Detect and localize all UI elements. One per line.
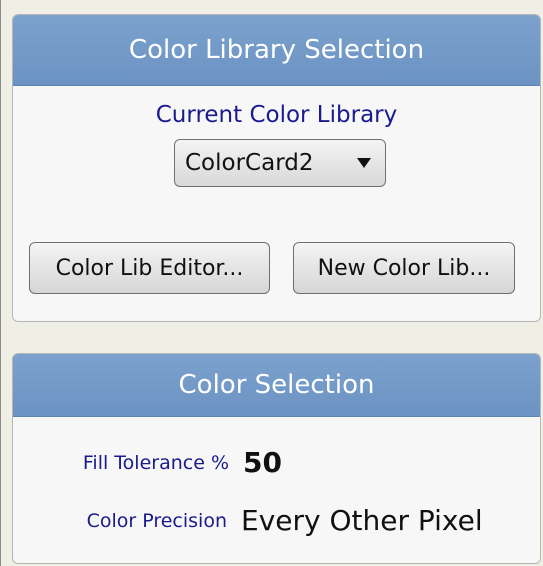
library-dropdown[interactable]: ColorCard2 — [174, 139, 386, 187]
color-precision-value[interactable]: Every Other Pixel — [241, 504, 483, 537]
color-library-panel: Color Library Selection Current Color Li… — [12, 14, 541, 322]
window-edge — [0, 0, 1, 566]
fill-tolerance-row: Fill Tolerance % 50 — [13, 446, 282, 479]
color-precision-row: Color Precision Every Other Pixel — [13, 504, 483, 537]
color-selection-panel: Color Selection Fill Tolerance % 50 Colo… — [12, 353, 541, 564]
color-lib-editor-button[interactable]: Color Lib Editor... — [29, 242, 270, 294]
dropdown-arrow-icon — [357, 158, 371, 168]
library-dropdown-value: ColorCard2 — [185, 150, 314, 176]
fill-tolerance-label: Fill Tolerance % — [82, 451, 229, 474]
current-library-label: Current Color Library — [155, 102, 398, 128]
panel-title: Color Selection — [13, 354, 540, 417]
new-color-lib-button[interactable]: New Color Lib... — [293, 242, 515, 294]
fill-tolerance-value[interactable]: 50 — [243, 446, 282, 479]
panel-title: Color Library Selection — [13, 15, 540, 86]
color-precision-label: Color Precision — [86, 509, 227, 532]
